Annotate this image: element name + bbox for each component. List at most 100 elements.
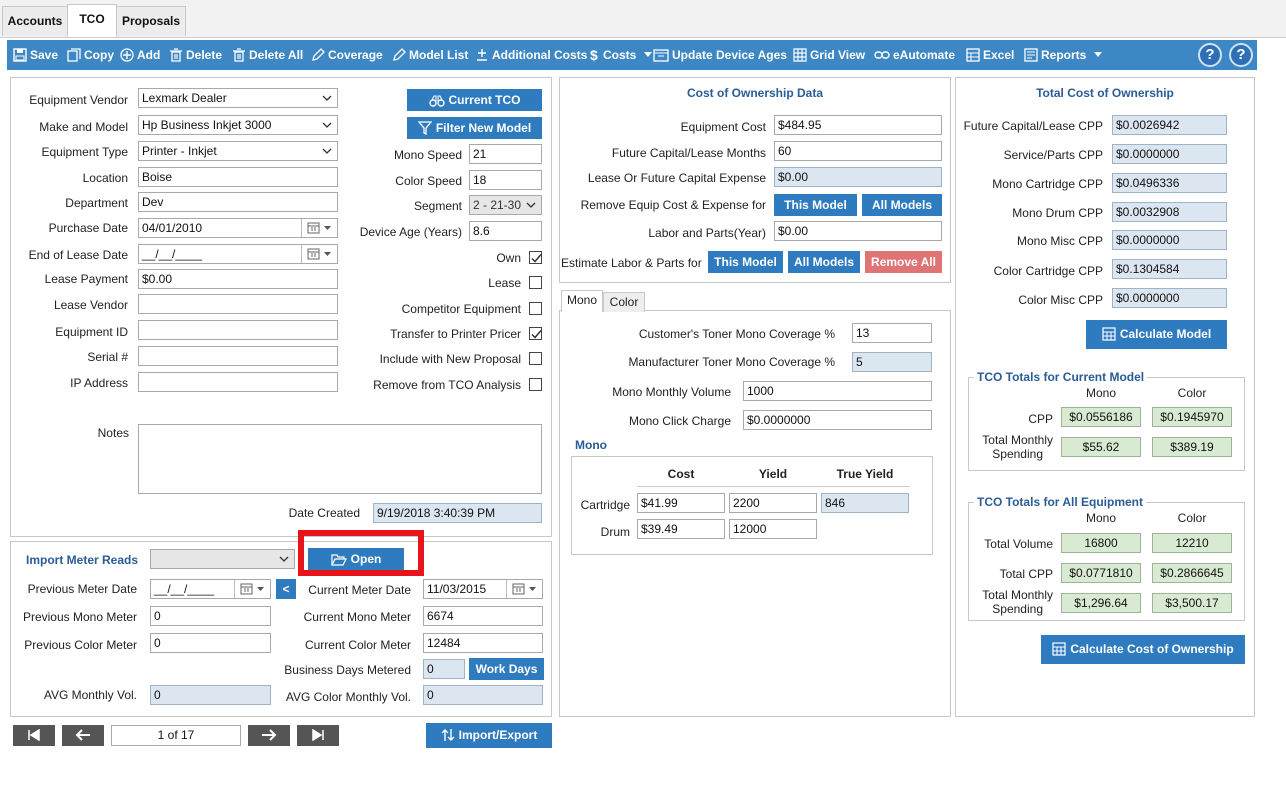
mono-drum-cpp-label: Mono Drum CPP	[1012, 206, 1103, 220]
update-device-ages-button[interactable]: Update Device Ages	[653, 40, 787, 70]
ip-address-input[interactable]	[138, 372, 338, 392]
filter-new-model-button[interactable]: Filter New Model	[407, 117, 542, 139]
import-meter-reads-select[interactable]	[150, 549, 295, 569]
total-volume-label: Total Volume	[984, 537, 1053, 551]
cpp-label: CPP	[1028, 412, 1053, 426]
labor-parts-input[interactable]: $0.00	[774, 221, 942, 241]
remove-all-models-button[interactable]: All Models	[862, 194, 942, 216]
mono-monthly-volume-input[interactable]: 1000	[743, 381, 932, 401]
cartridge-yield-input[interactable]: 2200	[729, 493, 817, 513]
lease-checkbox[interactable]	[529, 276, 542, 289]
previous-record-button[interactable]	[62, 725, 104, 746]
location-label: Location	[82, 171, 128, 185]
grid-view-button[interactable]: Grid View	[793, 40, 865, 70]
drum-yield-input[interactable]: 12000	[729, 519, 817, 539]
help-icon[interactable]: ?	[1198, 43, 1222, 67]
excel-button[interactable]: Excel	[966, 40, 1014, 70]
mono-click-charge-input[interactable]: $0.0000000	[743, 410, 932, 430]
lease-payment-input[interactable]: $0.00	[138, 269, 338, 289]
costs-menu[interactable]: $ Costs	[590, 40, 655, 70]
color-misc-cpp-value: $0.0000000	[1112, 288, 1227, 308]
tab-color[interactable]: Color	[603, 292, 645, 312]
current-color-meter-input[interactable]: 12484	[423, 633, 543, 653]
delete-button[interactable]: Delete	[169, 40, 222, 70]
caret-down-icon	[1093, 52, 1102, 57]
save-button[interactable]: Save	[13, 40, 58, 70]
department-input[interactable]: Dev	[138, 192, 338, 212]
model-list-button[interactable]: Model List	[392, 40, 468, 70]
next-record-button[interactable]	[248, 725, 290, 746]
serial-input[interactable]	[138, 346, 338, 366]
tab-tco[interactable]: TCO	[67, 4, 117, 37]
manufacturer-coverage-value: 5	[852, 352, 932, 372]
color-cartridge-cpp-label: Color Cartridge CPP	[993, 264, 1103, 278]
equipment-cost-input[interactable]: $484.95	[774, 115, 942, 135]
calendar-picker-button[interactable]	[234, 580, 270, 598]
location-input[interactable]: Boise	[138, 167, 338, 187]
current-meter-date-input[interactable]: 11/03/2015	[423, 579, 543, 599]
equipment-type-select[interactable]: Printer - Inkjet	[138, 141, 338, 161]
coverage-button[interactable]: Coverage	[311, 40, 383, 70]
delete-all-label: Delete All	[249, 48, 304, 62]
delete-all-button[interactable]: Delete All	[232, 40, 303, 70]
segment-select[interactable]: 2 - 21-30	[469, 195, 542, 215]
last-record-button[interactable]	[297, 725, 339, 746]
transfer-printer-pricer-checkbox[interactable]	[529, 327, 542, 340]
cartridge-cost-input[interactable]: $41.99	[637, 493, 725, 513]
notes-textarea[interactable]	[138, 424, 542, 494]
current-mono-meter-input[interactable]: 6674	[423, 606, 543, 626]
equipment-vendor-select[interactable]: Lexmark Dealer	[138, 88, 338, 108]
end-lease-value: __/__/____	[142, 247, 203, 261]
open-button[interactable]: Open	[308, 548, 404, 570]
estimate-this-model-button[interactable]: This Model	[708, 251, 783, 273]
device-age-input[interactable]: 8.6	[469, 221, 542, 241]
drum-cost-input[interactable]: $39.49	[637, 519, 725, 539]
work-days-button[interactable]: Work Days	[469, 658, 544, 680]
tab-mono[interactable]: Mono	[561, 290, 603, 312]
previous-color-meter-input[interactable]: 0	[150, 633, 271, 653]
include-new-proposal-checkbox[interactable]	[529, 352, 542, 365]
reports-menu[interactable]: Reports	[1024, 40, 1105, 70]
competitor-equipment-checkbox[interactable]	[529, 302, 542, 315]
trash-icon	[233, 48, 245, 62]
remove-all-button[interactable]: Remove All	[865, 251, 942, 273]
copy-meter-date-button[interactable]: <	[276, 579, 296, 599]
calendar-picker-button[interactable]	[301, 219, 337, 237]
notes-label: Notes	[97, 426, 129, 440]
remove-this-model-button[interactable]: This Model	[774, 194, 857, 216]
calendar-picker-button[interactable]	[301, 245, 337, 263]
first-record-button[interactable]	[13, 725, 55, 746]
cpp-color-value: $0.1945970	[1152, 407, 1232, 427]
total-volume-mono-value: 16800	[1061, 533, 1141, 553]
calendar-picker-button[interactable]	[506, 580, 542, 598]
future-capital-months-input[interactable]: 60	[774, 141, 942, 161]
end-lease-date-input[interactable]: __/__/____	[138, 244, 338, 264]
calculate-model-button[interactable]: Calculate Model	[1086, 320, 1227, 349]
import-export-label: Import/Export	[458, 728, 538, 742]
import-export-button[interactable]: Import/Export	[426, 723, 552, 748]
calculate-cost-of-ownership-button[interactable]: Calculate Cost of Ownership	[1041, 635, 1245, 664]
additional-costs-button[interactable]: Additional Costs	[475, 40, 587, 70]
chevron-down-icon	[322, 148, 332, 154]
copy-button[interactable]: Copy	[67, 40, 114, 70]
binoculars-icon	[428, 95, 445, 107]
help-icon[interactable]: ?	[1229, 43, 1253, 67]
lease-vendor-input[interactable]	[138, 294, 338, 314]
customer-coverage-input[interactable]: 13	[852, 323, 932, 343]
end-lease-label: End of Lease Date	[28, 248, 128, 262]
own-checkbox[interactable]	[529, 251, 542, 264]
add-button[interactable]: Add	[120, 40, 160, 70]
estimate-all-models-button[interactable]: All Models	[788, 251, 860, 273]
eautomate-button[interactable]: eAutomate	[874, 40, 955, 70]
make-model-select[interactable]: Hp Business Inkjet 3000	[138, 115, 338, 135]
previous-mono-meter-input[interactable]: 0	[150, 606, 271, 626]
current-tco-button[interactable]: Current TCO	[407, 89, 542, 111]
purchase-date-input[interactable]: 04/01/2010	[138, 218, 338, 238]
tab-proposals[interactable]: Proposals	[116, 6, 186, 36]
mono-speed-input[interactable]: 21	[469, 144, 542, 164]
equipment-id-input[interactable]	[138, 320, 338, 340]
remove-tco-analysis-checkbox[interactable]	[529, 378, 542, 391]
color-speed-input[interactable]: 18	[469, 170, 542, 190]
tab-accounts[interactable]: Accounts	[2, 6, 68, 36]
previous-meter-date-input[interactable]: __/__/____	[150, 579, 271, 599]
